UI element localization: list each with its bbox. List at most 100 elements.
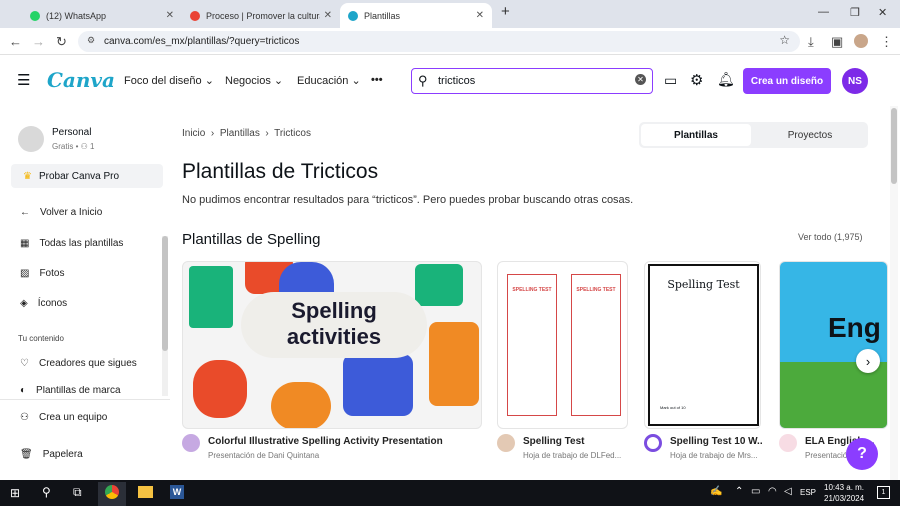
chevron-down-icon: ⌄: [204, 75, 214, 87]
pro-label: Probar Canva Pro: [39, 170, 120, 182]
create-team-button[interactable]: ⚇ Crea un equipo: [20, 412, 107, 423]
template-card[interactable]: SPELLING TEST SPELLING TEST: [497, 261, 628, 429]
breadcrumb-current: Tricticos: [274, 128, 311, 139]
clock-date[interactable]: 21/03/2024: [824, 494, 864, 503]
close-icon[interactable]: ✕: [476, 10, 484, 21]
trash-button[interactable]: 🗑︎ Papelera: [20, 449, 83, 460]
task-view-icon[interactable]: ⧉: [73, 485, 82, 500]
sidepanel-icon[interactable]: ▣: [831, 34, 843, 50]
see-all-link[interactable]: Ver todo (1,975): [798, 232, 863, 242]
forward-icon[interactable]: →: [32, 34, 45, 49]
chevron-down-icon: ⌄: [273, 75, 284, 87]
template-card[interactable]: Spelling Test Mark out of 10: [644, 261, 761, 429]
page-title: Plantillas de Tricticos: [182, 160, 379, 183]
chevron-up-icon[interactable]: ⌃: [735, 486, 743, 497]
volume-icon[interactable]: ◁: [784, 486, 792, 497]
scrollbar-thumb[interactable]: [891, 108, 897, 184]
notification-badge[interactable]: 1: [877, 486, 890, 499]
card-title[interactable]: Spelling Test 10 W...: [670, 436, 762, 447]
card-title[interactable]: Spelling Test: [523, 436, 628, 447]
sidebar-item-creadores[interactable]: ♡ Creadores que sigues: [20, 358, 137, 369]
close-icon[interactable]: ✕: [166, 10, 174, 21]
menu-negocios[interactable]: Negocios ⌄: [225, 74, 283, 87]
window-close-icon[interactable]: ✕: [878, 6, 887, 19]
scrollbar-thumb[interactable]: [162, 236, 168, 351]
sidebar-item-inicio[interactable]: ← Volver a Inicio: [20, 207, 102, 218]
word-icon[interactable]: W: [170, 485, 184, 499]
breadcrumb-inicio[interactable]: Inicio: [182, 128, 205, 139]
sidebar-scrollbar[interactable]: [162, 236, 168, 396]
minimize-icon[interactable]: —: [818, 6, 829, 18]
browser-menu-icon[interactable]: ⋮: [880, 34, 893, 50]
card-title[interactable]: Colorful Illustrative Spelling Activity …: [208, 436, 478, 447]
menu-educacion[interactable]: Educación ⌄: [297, 74, 361, 87]
help-button[interactable]: ?: [846, 438, 878, 470]
no-results-message: No pudimos encontrar resultados para “tr…: [182, 194, 634, 206]
account-plan: Gratis • ⚇ 1: [52, 142, 95, 151]
art-line: activities: [286, 324, 382, 349]
hamburger-icon[interactable]: ☰: [17, 71, 30, 89]
brand-icon: ◐: [20, 386, 27, 394]
profile-avatar[interactable]: [854, 34, 868, 48]
settings-gear-icon[interactable]: ⚙: [690, 71, 703, 89]
sidebar-item-fotos[interactable]: ▨ Fotos: [20, 268, 64, 279]
chrome-icon[interactable]: [105, 485, 119, 499]
new-tab-button[interactable]: +: [501, 3, 510, 20]
notifications-bell-icon[interactable]: 🔔︎: [717, 71, 735, 88]
battery-icon[interactable]: ▭: [751, 486, 760, 497]
browser-tab-strip: (12) WhatsApp ✕ Proceso | Promover la cu…: [0, 0, 900, 28]
monster-shape: [193, 360, 247, 418]
back-icon[interactable]: ←: [9, 34, 22, 49]
menu-foco-diseno[interactable]: Foco del diseño ⌄: [124, 74, 214, 87]
more-menu-button[interactable]: •••: [371, 74, 383, 86]
account-avatar[interactable]: [18, 126, 44, 152]
desktop-app-icon[interactable]: ▭: [664, 72, 677, 89]
monster-shape: [429, 322, 479, 406]
art-line: Spelling: [291, 298, 377, 323]
try-canva-pro-button[interactable]: ♛ Probar Canva Pro: [11, 164, 163, 188]
site-info-icon[interactable]: ⚙: [87, 35, 95, 46]
breadcrumb-plantillas[interactable]: Plantillas: [220, 128, 260, 139]
language-indicator[interactable]: ESP: [800, 488, 816, 497]
wifi-icon[interactable]: ◠: [768, 486, 777, 497]
carousel-next-button[interactable]: ›: [856, 349, 880, 373]
download-icon[interactable]: ⤓: [808, 34, 814, 50]
google-icon: [190, 10, 200, 21]
address-bar-row: ← → ↻ ⚙ canva.com/es_mx/plantillas/?quer…: [0, 28, 900, 55]
sidebar-item-plantillas[interactable]: ▦ Todas las plantillas: [20, 238, 123, 249]
tab-plantillas[interactable]: Plantillas ✕: [340, 3, 492, 28]
close-icon[interactable]: ✕: [324, 10, 332, 21]
file-explorer-icon[interactable]: [138, 486, 153, 498]
template-card[interactable]: Spelling activities: [182, 261, 482, 429]
pen-icon[interactable]: ✍: [710, 486, 722, 497]
search-value: tricticos: [438, 75, 476, 87]
monster-shape: [343, 354, 413, 416]
sidebar-item-iconos[interactable]: ◈ Íconos: [20, 298, 67, 309]
clear-search-icon[interactable]: ✕: [635, 74, 646, 85]
clock-time[interactable]: 10:43 a. m.: [824, 483, 864, 492]
url-text: canva.com/es_mx/plantillas/?query=tricti…: [104, 36, 300, 47]
template-card[interactable]: Eng: [779, 261, 888, 429]
search-input[interactable]: ⚲ tricticos ✕: [411, 68, 653, 94]
restore-icon[interactable]: ❐: [850, 6, 860, 19]
page-scrollbar[interactable]: [890, 106, 898, 480]
canva-logo[interactable]: Canva: [47, 68, 115, 92]
tab-proceso[interactable]: Proceso | Promover la cultura d... ✕: [182, 3, 340, 28]
toggle-proyectos[interactable]: Proyectos: [754, 124, 866, 146]
create-design-button[interactable]: Crea un diseño: [743, 68, 831, 94]
card-subtitle: Hoja de trabajo de DLFed...: [523, 451, 622, 460]
sidebar-item-plantillas-marca[interactable]: ◐ Plantillas de marca: [20, 386, 121, 394]
url-field[interactable]: ⚙ canva.com/es_mx/plantillas/?query=tric…: [78, 31, 800, 52]
search-icon[interactable]: ⚲: [42, 485, 51, 499]
toggle-plantillas[interactable]: Plantillas: [641, 124, 751, 146]
card-subtitle: Hoja de trabajo de Mrs...: [670, 451, 758, 460]
windows-start-icon[interactable]: ⊞: [10, 486, 20, 500]
photo-icon: ▨: [20, 268, 30, 279]
worksheet-column: SPELLING TEST: [507, 274, 557, 416]
bookmark-star-icon[interactable]: ☆: [779, 33, 790, 47]
reload-icon[interactable]: ↻: [56, 34, 67, 50]
sidebar-item-label: Creadores que sigues: [38, 358, 137, 369]
creator-avatar: [644, 434, 662, 452]
tab-whatsapp[interactable]: (12) WhatsApp ✕: [22, 3, 182, 28]
user-avatar[interactable]: NS: [842, 68, 868, 94]
